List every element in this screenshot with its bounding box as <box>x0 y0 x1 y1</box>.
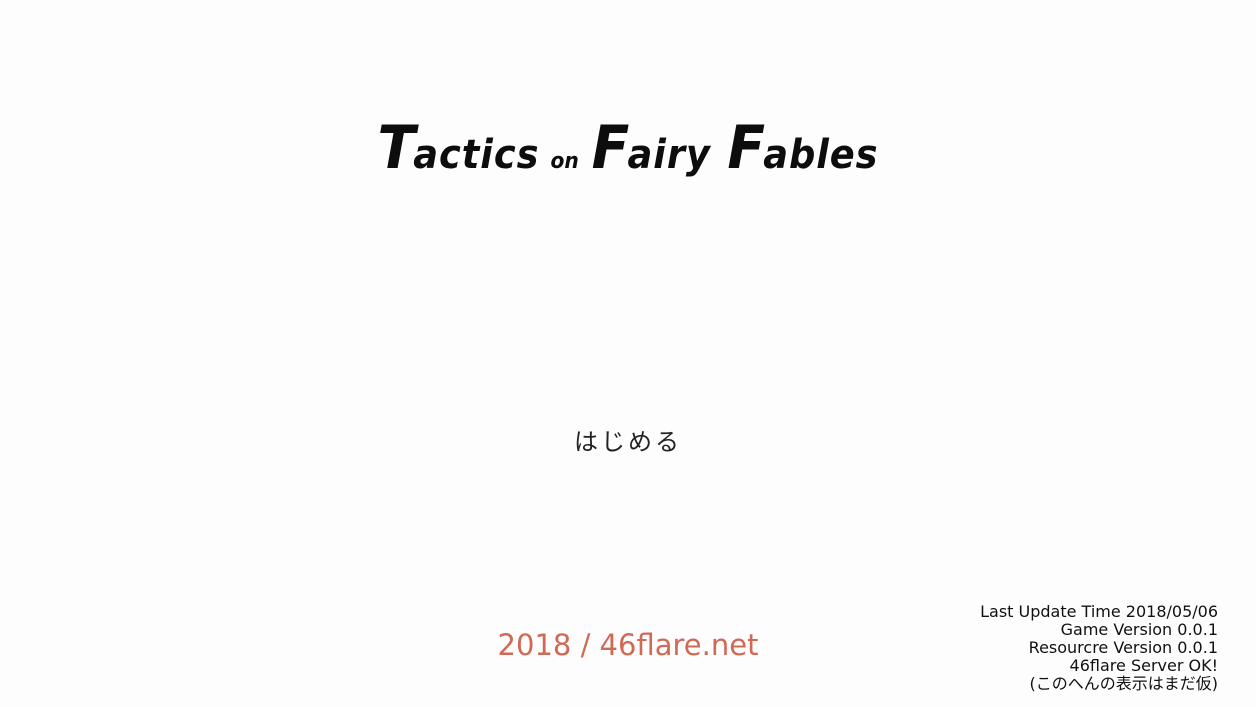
title-word-on: on <box>550 149 579 174</box>
version-info-panel: Last Update Time 2018/05/06 Game Version… <box>980 603 1218 693</box>
provisional-note-text: (このへんの表示はまだ仮) <box>1029 674 1219 693</box>
start-button[interactable]: はじめる <box>528 420 728 464</box>
title-word-fairy: airy <box>627 132 711 178</box>
resource-version-text: Resourcre Version 0.0.1 <box>1028 638 1218 657</box>
title-initial-f2: F <box>727 113 765 183</box>
title-word-fables: ables <box>763 132 879 178</box>
title-screen: Tactics on Fairy Fables はじめる 2018 / 46flare… <box>0 0 1256 707</box>
game-title-logo: Tactics on Fairy Fables <box>50 118 1206 178</box>
game-version-text: Game Version 0.0.1 <box>1060 620 1218 639</box>
last-update-text: Last Update Time 2018/05/06 <box>980 602 1218 621</box>
server-status-text: 46flare Server OK! <box>1069 656 1218 675</box>
title-word-tactics: actics <box>413 132 540 178</box>
title-initial-t: T <box>377 113 415 183</box>
title-initial-f1: F <box>591 113 630 183</box>
